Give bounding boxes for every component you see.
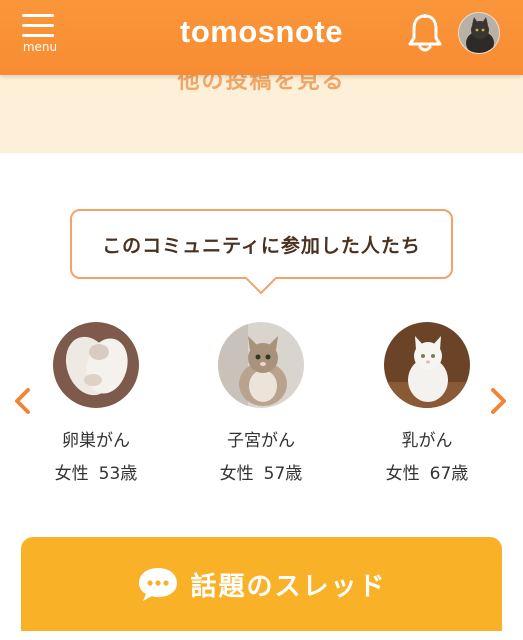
members-title-bubble: このコミュニティに参加した人たち: [70, 209, 453, 279]
member-gender: 女性: [385, 464, 420, 484]
member-info: 女性 53歳: [21, 459, 171, 484]
member-age: 53歳: [98, 464, 138, 484]
member-name: 乳がん: [401, 431, 453, 451]
member-name: 子宮がん: [227, 431, 295, 451]
member-info: 女性 57歳: [186, 459, 336, 484]
member-card[interactable]: 卵巣がん 女性 53歳: [21, 322, 171, 484]
member-gender: 女性: [219, 464, 254, 484]
hamburger-icon: [22, 14, 54, 38]
chat-bubble-icon: [139, 568, 178, 601]
bell-icon[interactable]: [405, 12, 445, 56]
member-gender: 女性: [54, 464, 89, 484]
menu-button[interactable]: menu: [18, 12, 62, 56]
member-name: 卵巣がん: [62, 431, 130, 451]
member-age: 67歳: [429, 464, 469, 484]
menu-label: menu: [22, 40, 58, 54]
member-card[interactable]: 子宮がん 女性 57歳: [186, 322, 336, 484]
previous-section: 他の投稿を見る: [0, 69, 523, 153]
app-header: menu tomosnote: [0, 0, 523, 75]
member-card[interactable]: 乳がん 女性 67歳: [352, 322, 502, 484]
members-title: このコミュニティに参加した人たち: [102, 234, 421, 257]
member-avatar: [384, 322, 470, 408]
threads-section: 話題のスレッド: [21, 537, 502, 640]
member-info: 女性 67歳: [352, 459, 502, 484]
member-avatar: [218, 322, 304, 408]
user-avatar[interactable]: [458, 12, 500, 54]
threads-list-top: [21, 631, 502, 640]
threads-title: 話題のスレッド: [190, 571, 387, 602]
bubble-tail: [246, 277, 276, 295]
member-age: 57歳: [263, 464, 303, 484]
member-avatar: [53, 322, 139, 408]
threads-header[interactable]: 話題のスレッド: [21, 537, 502, 631]
